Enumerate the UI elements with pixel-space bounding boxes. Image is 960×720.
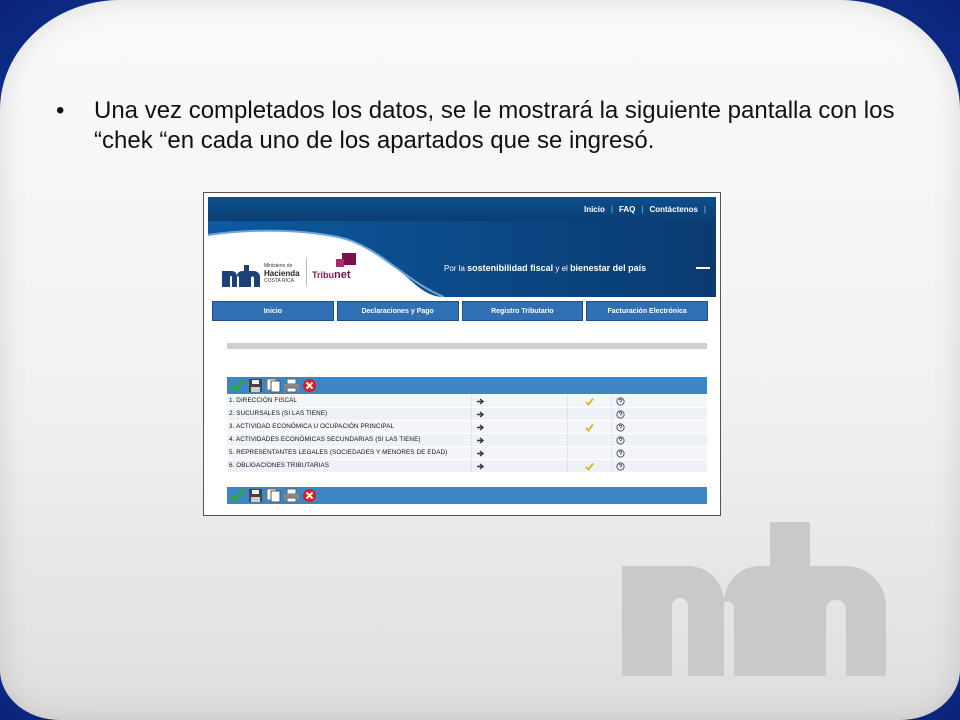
edit-arrow-icon[interactable] (476, 423, 485, 432)
help-icon[interactable] (616, 435, 625, 445)
top-link-faq[interactable]: FAQ (613, 205, 641, 214)
section-label: 3. ACTIVIDAD ECONÓMICA U OCUPACIÓN PRINC… (227, 421, 472, 433)
check-icon[interactable] (229, 488, 246, 503)
main-nav: Inicio Declaraciones y Pago Registro Tri… (212, 301, 708, 321)
bullet-marker: • (56, 97, 65, 124)
completed-check-icon (585, 462, 594, 471)
top-link-contactenos[interactable]: Contáctenos (643, 205, 703, 214)
help-icon[interactable] (616, 461, 625, 471)
copy-icon[interactable] (265, 378, 282, 393)
save-icon[interactable] (247, 378, 264, 393)
edit-arrow-icon[interactable] (476, 397, 485, 406)
copy-icon[interactable] (265, 488, 282, 503)
ministry-logo-icon (222, 265, 260, 287)
table-row: 2. SUCURSALES (SI LAS TIENE) (227, 408, 707, 421)
sections-table: 1. DIRECCIÓN FISCAL 2. SUCURSALES (SI LAS… (227, 395, 707, 473)
ministry-name: Ministerio de Hacienda COSTA RICA (264, 263, 300, 284)
cancel-icon[interactable] (301, 378, 318, 393)
check-icon[interactable] (229, 378, 246, 393)
table-row: 4. ACTIVIDADES ECONÓMICAS SECUNDARIAS (S… (227, 434, 707, 447)
help-icon[interactable] (616, 448, 625, 458)
form-toolbar-top (227, 377, 707, 394)
edit-arrow-icon[interactable] (476, 449, 485, 458)
progress-bar (227, 343, 707, 349)
cancel-icon[interactable] (301, 488, 318, 503)
help-icon[interactable] (616, 396, 625, 406)
table-row: 6. OBLIGACIONES TRIBUTARIAS (227, 460, 707, 473)
bullet-item: • Una vez completados los datos, se le m… (56, 96, 916, 156)
table-row: 1. DIRECCIÓN FISCAL (227, 395, 707, 408)
table-row: 5. REPRESENTANTES LEGALES (SOCIEDADES Y … (227, 447, 707, 460)
tribunet-brand: Tribunet (312, 269, 351, 281)
help-icon[interactable] (616, 422, 625, 432)
edit-arrow-icon[interactable] (476, 462, 485, 471)
completed-check-icon (585, 423, 594, 432)
section-label: 4. ACTIVIDADES ECONÓMICAS SECUNDARIAS (S… (227, 434, 472, 446)
mh-watermark-logo (622, 522, 886, 676)
section-label: 1. DIRECCIÓN FISCAL (227, 395, 472, 407)
nav-declaraciones[interactable]: Declaraciones y Pago (336, 301, 459, 321)
bullet-text: Una vez completados los datos, se le mos… (94, 97, 895, 154)
top-link-inicio[interactable]: Inicio (578, 205, 611, 214)
nav-facturacion[interactable]: Facturación Electrónica (586, 301, 708, 321)
top-links-bar: Inicio | FAQ | Contáctenos | (208, 197, 716, 221)
embedded-screenshot: Inicio | FAQ | Contáctenos | Ministerio … (203, 192, 721, 516)
section-label: 6. OBLIGACIONES TRIBUTARIAS (227, 460, 472, 472)
slogan: Por la sostenibilidad fiscal y el bienes… (444, 263, 647, 273)
print-icon[interactable] (283, 378, 300, 393)
print-icon[interactable] (283, 488, 300, 503)
form-toolbar-bottom (227, 487, 707, 504)
banner-wave (208, 221, 716, 297)
section-label: 2. SUCURSALES (SI LAS TIENE) (227, 408, 472, 420)
save-icon[interactable] (247, 488, 264, 503)
edit-arrow-icon[interactable] (476, 410, 485, 419)
nav-inicio[interactable]: Inicio (212, 301, 334, 321)
completed-check-icon (585, 397, 594, 406)
edit-arrow-icon[interactable] (476, 436, 485, 445)
header-banner: Ministerio de Hacienda COSTA RICA Tribun… (208, 221, 716, 297)
help-icon[interactable] (616, 409, 625, 419)
table-row: 3. ACTIVIDAD ECONÓMICA U OCUPACIÓN PRINC… (227, 421, 707, 434)
nav-registro-tributario[interactable]: Registro Tributario (461, 301, 584, 321)
section-label: 5. REPRESENTANTES LEGALES (SOCIEDADES Y … (227, 447, 472, 459)
